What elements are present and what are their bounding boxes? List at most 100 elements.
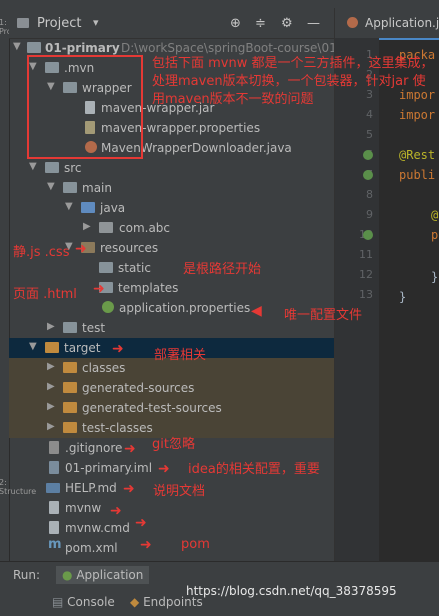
mvn-highlight-box [27,55,143,159]
red-arrow: ➜ [110,503,122,519]
generated-test-sources-label: generated-test-sources [82,401,222,415]
code-line[interactable]: impor [399,108,435,122]
console-tab[interactable]: ▤ Console [52,595,115,609]
console-tab-label: Console [67,595,115,609]
spring-bean-icon[interactable] [363,170,373,180]
gear-icon[interactable]: ⚙ [281,16,293,31]
line-number: 4 [366,108,373,121]
target-annotation: 部署相关 [154,348,207,363]
tree-row-generated-test-sources[interactable]: ▶ generated-test-sources [9,398,334,418]
excluded-folder-icon [63,422,77,433]
editor-tab[interactable]: Application.java [335,8,439,40]
app-props-annotation: 唯一配置文件 [284,308,363,323]
hide-icon[interactable]: — [307,16,320,31]
module-folder-icon [27,42,41,53]
run-label: Run: [13,568,41,582]
test-label: test [82,321,106,335]
gitignore-file-icon [49,441,59,454]
root-label: 01-primary [45,41,120,55]
help-label: HELP.md [65,481,117,495]
watermark: https://blog.csdn.net/qq_38378595 [186,584,397,598]
run-gutter-icon[interactable] [363,150,373,160]
line-number: 5 [366,128,373,141]
tree-row-generated-sources[interactable]: ▶ generated-sources [9,378,334,398]
mvnw-label: mvnw [65,501,102,515]
root-path: D:\workSpace\springBoot-course\01- [121,41,342,55]
editor-tab-label: Application.java [365,16,439,30]
folder-icon [63,182,77,193]
code-line[interactable]: @Rest [399,148,435,162]
tree-row-src[interactable]: ▼ src [9,158,334,178]
line-number: 12 [359,268,373,281]
expand-arrow-icon[interactable]: ▼ [13,41,21,52]
mvn-annotation: 包括下面 mvnw 都是一个三方插件，这里集成，处理maven版本切换，一个包装… [152,56,434,107]
chevron-down-icon[interactable]: ▾ [93,16,99,29]
expand-arrow-icon[interactable]: ▼ [29,341,37,352]
collapse-arrow-icon[interactable]: ▶ [47,401,55,412]
tree-row-mvnw-cmd[interactable]: mvnw.cmd [9,518,334,538]
expand-arrow-icon[interactable]: ▼ [65,201,73,212]
console-icon: ▤ [52,595,64,609]
cmd-file-icon [49,521,59,534]
expand-arrow-icon[interactable]: ▼ [29,161,37,172]
collapse-arrow-icon[interactable]: ▶ [47,381,55,392]
src-label: src [64,161,82,175]
main-label: main [82,181,112,195]
tree-row-com-abc[interactable]: ▶ com.abc [9,218,334,238]
iml-label: 01-primary.iml [65,461,153,475]
tree-row-pom[interactable]: pom.xml [9,537,334,558]
templates-label: templates [118,281,179,295]
project-view-title[interactable]: Project [37,16,81,31]
tree-row-mvnw[interactable]: mvnw [9,498,334,518]
templates-annotation: 页面 .html [13,287,77,302]
static-root-annotation: 是根路径开始 [183,262,262,277]
application-properties-label: application.properties [119,301,251,315]
red-arrow: ➜ [123,481,135,497]
collapse-arrow-icon[interactable]: ▶ [47,361,55,372]
spring-leaf-icon: ● [62,568,73,582]
red-arrow: ➜ [93,281,105,297]
markdown-file-icon [46,483,60,493]
excluded-folder-icon [63,402,77,413]
line-number: 8 [366,188,373,201]
code-line[interactable]: } [431,270,438,284]
project-panel-header: Project ▾ ⊕ ≑ ⚙ — [9,8,334,39]
code-line[interactable]: p [431,228,438,242]
folder-icon [45,162,59,173]
line-number: 9 [366,208,373,221]
tree-row-main[interactable]: ▼ main [9,178,334,198]
red-arrow: ➜ [140,537,152,553]
code-line[interactable]: } [399,290,406,304]
line-number: 13 [359,288,373,301]
code-line[interactable]: @ [431,208,438,222]
tree-row-java[interactable]: ▼ java [9,198,334,218]
package-icon [99,222,113,233]
run-gutter-icon[interactable] [363,230,373,240]
expand-arrow-icon[interactable]: ▼ [47,181,55,192]
folder-icon [63,322,77,333]
iml-file-icon [49,461,59,474]
generated-sources-label: generated-sources [82,381,195,395]
iml-annotation: idea的相关配置，重要 [188,462,320,477]
collapse-arrow-icon[interactable]: ▶ [83,221,91,232]
maven-file-icon [47,537,62,554]
collapse-icon[interactable]: ≑ [255,16,266,31]
collapse-arrow-icon[interactable]: ▶ [47,421,55,432]
static-label: static [118,261,151,275]
code-line[interactable]: publi [399,168,435,182]
endpoints-icon: ◆ [130,595,140,609]
help-annotation: 说明文档 [153,484,206,499]
target-label: target [64,341,101,355]
collapse-arrow-icon[interactable]: ▶ [47,321,55,332]
locate-icon[interactable]: ⊕ [230,16,241,31]
red-arrow: ➜ [135,515,147,531]
pom-label: pom.xml [65,541,118,555]
red-arrow: ➜ [124,441,136,457]
static-annotation: 静.js .css [13,245,70,260]
red-arrow: ◀ [251,303,262,319]
folder-icon [99,262,113,273]
spring-leaf-icon [102,301,114,313]
run-config-tab[interactable]: ● Application [56,566,150,584]
tree-row-static[interactable]: static [9,258,334,278]
run-config-label: Application [76,568,144,582]
